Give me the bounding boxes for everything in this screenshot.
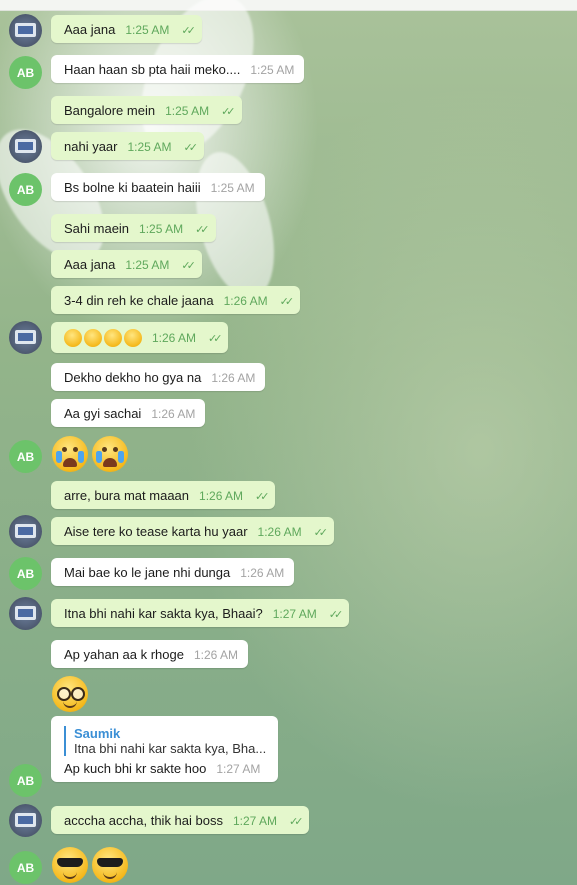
message-bubble[interactable]: acccha accha, thik hai boss 1:27 AM ✓✓ <box>51 806 310 834</box>
message-text: Ap kuch bhi kr sakte hoo <box>64 761 207 776</box>
message-time: 1:25 AM <box>250 63 295 77</box>
message-bubble[interactable]: Aise tere ko tease karta hu yaar 1:26 AM… <box>51 517 335 545</box>
message-bubble[interactable]: Haan haan sb pta haii meko.... 1:25 AM <box>51 55 305 83</box>
message-text: acccha accha, thik hai boss <box>64 813 223 828</box>
message-time: 1:27 AM <box>272 607 317 621</box>
emoji-message[interactable] <box>52 676 88 712</box>
nerd-face-icon <box>52 676 88 712</box>
message-bubble[interactable]: Ap yahan aa k rhoge 1:26 AM <box>51 640 249 668</box>
double-check-icon: ✓✓ <box>221 106 236 118</box>
message-bubble[interactable]: Bs bolne ki baatein haiii 1:25 AM <box>51 173 265 201</box>
message-bubble[interactable]: 3-4 din reh ke chale jaana 1:26 AM ✓✓ <box>51 286 301 314</box>
quoted-reply[interactable]: Saumik Itna bhi nahi kar sakta kya, Bha.… <box>64 726 266 756</box>
reply-message-bubble[interactable]: Saumik Itna bhi nahi kar sakta kya, Bha.… <box>51 716 279 782</box>
joy-emoji-icon <box>104 329 122 347</box>
user-avatar[interactable] <box>9 14 42 47</box>
user-avatar[interactable] <box>9 804 42 837</box>
message-bubble[interactable]: arre, bura mat maaan 1:26 AM ✓✓ <box>51 481 276 509</box>
message-bubble[interactable]: Aaa jana 1:25 AM ✓✓ <box>51 250 202 278</box>
reply-body: Ap kuch bhi kr sakte hoo 1:27 AM <box>64 761 260 776</box>
reply-snippet: Itna bhi nahi kar sakta kya, Bha... <box>74 741 267 756</box>
message-text: Mai bae ko le jane nhi dunga <box>64 565 231 580</box>
joy-emoji-icon <box>64 329 82 347</box>
top-bar <box>0 0 577 11</box>
message-time: 1:26 AM <box>193 648 239 662</box>
contact-avatar[interactable]: AB <box>9 56 42 89</box>
sunglasses-emoji-icon <box>92 847 128 883</box>
message-time: 1:25 AM <box>127 140 172 154</box>
message-text: 3-4 din reh ke chale jaana <box>64 293 214 308</box>
message-text: Sahi maein <box>64 221 130 236</box>
user-avatar[interactable] <box>9 597 42 630</box>
contact-avatar[interactable]: AB <box>9 557 42 590</box>
message-text: Haan haan sb pta haii meko.... <box>64 62 241 77</box>
contact-avatar[interactable]: AB <box>9 851 42 884</box>
message-bubble[interactable]: Itna bhi nahi kar sakta kya, Bhaai? 1:27… <box>51 599 350 627</box>
user-avatar[interactable] <box>9 515 42 548</box>
message-bubble[interactable]: Aa gyi sachai 1:26 AM <box>51 399 206 427</box>
message-time: 1:26 AM <box>152 331 197 345</box>
message-time: 1:27 AM <box>216 762 261 776</box>
contact-avatar[interactable]: AB <box>9 173 42 206</box>
message-time: 1:26 AM <box>151 407 196 421</box>
double-check-icon: ✓✓ <box>181 25 196 37</box>
message-time: 1:26 AM <box>199 489 244 503</box>
message-bubble[interactable]: Dekho dekho ho gya na 1:26 AM <box>51 363 266 391</box>
user-avatar[interactable] <box>9 130 42 163</box>
crying-emoji-icon <box>92 436 128 472</box>
message-time: 1:26 AM <box>223 294 268 308</box>
message-text: Ap yahan aa k rhoge <box>64 647 184 662</box>
double-check-icon: ✓✓ <box>279 296 295 308</box>
message-text: Aise tere ko tease karta hu yaar <box>64 524 248 539</box>
emoji-row <box>64 329 142 347</box>
message-text: Bangalore mein <box>64 103 156 118</box>
double-check-icon: ✓✓ <box>181 260 196 272</box>
message-time: 1:25 AM <box>125 258 170 272</box>
double-check-icon: ✓✓ <box>195 224 210 236</box>
message-time: 1:25 AM <box>125 23 170 37</box>
message-bubble[interactable]: Aaa jana 1:25 AM ✓✓ <box>51 15 202 43</box>
emoji-message[interactable] <box>52 436 128 472</box>
message-bubble[interactable]: Mai bae ko le jane nhi dunga 1:26 AM <box>51 558 295 586</box>
message-time: 1:26 AM <box>240 566 285 580</box>
joy-emoji-icon <box>124 329 142 347</box>
contact-avatar[interactable]: AB <box>9 764 42 797</box>
message-time: 1:25 AM <box>139 222 184 236</box>
message-text: arre, bura mat maaan <box>64 488 190 503</box>
double-check-icon: ✓✓ <box>208 332 223 345</box>
message-time: 1:25 AM <box>165 104 210 118</box>
message-text: Aa gyi sachai <box>64 406 142 421</box>
double-check-icon: ✓✓ <box>328 609 344 621</box>
message-text: Bs bolne ki baatein haiii <box>64 180 201 195</box>
message-time: 1:27 AM <box>232 814 278 828</box>
double-check-icon: ✓✓ <box>255 491 270 503</box>
message-text: nahi yaar <box>64 139 118 154</box>
double-check-icon: ✓✓ <box>289 816 304 828</box>
sunglasses-emoji-icon <box>52 847 88 883</box>
message-time: 1:25 AM <box>210 181 255 195</box>
message-text: Dekho dekho ho gya na <box>64 370 202 385</box>
message-bubble[interactable]: nahi yaar 1:25 AM ✓✓ <box>51 132 204 160</box>
message-bubble[interactable]: 1:26 AM ✓✓ <box>51 322 229 353</box>
message-text: Aaa jana <box>64 257 116 272</box>
message-time: 1:26 AM <box>257 525 302 539</box>
message-text: Itna bhi nahi kar sakta kya, Bhaai? <box>64 606 263 621</box>
double-check-icon: ✓✓ <box>313 527 329 539</box>
emoji-message[interactable] <box>52 847 128 883</box>
user-avatar[interactable] <box>9 321 42 354</box>
reply-author: Saumik <box>74 726 121 741</box>
message-time: 1:26 AM <box>211 371 256 385</box>
crying-emoji-icon <box>52 436 88 472</box>
joy-emoji-icon <box>84 329 102 347</box>
double-check-icon: ✓✓ <box>183 142 199 154</box>
message-bubble[interactable]: Sahi maein 1:25 AM ✓✓ <box>51 214 216 242</box>
message-bubble[interactable]: Bangalore mein 1:25 AM ✓✓ <box>51 96 242 124</box>
contact-avatar[interactable]: AB <box>9 440 42 473</box>
message-text: Aaa jana <box>64 22 116 37</box>
